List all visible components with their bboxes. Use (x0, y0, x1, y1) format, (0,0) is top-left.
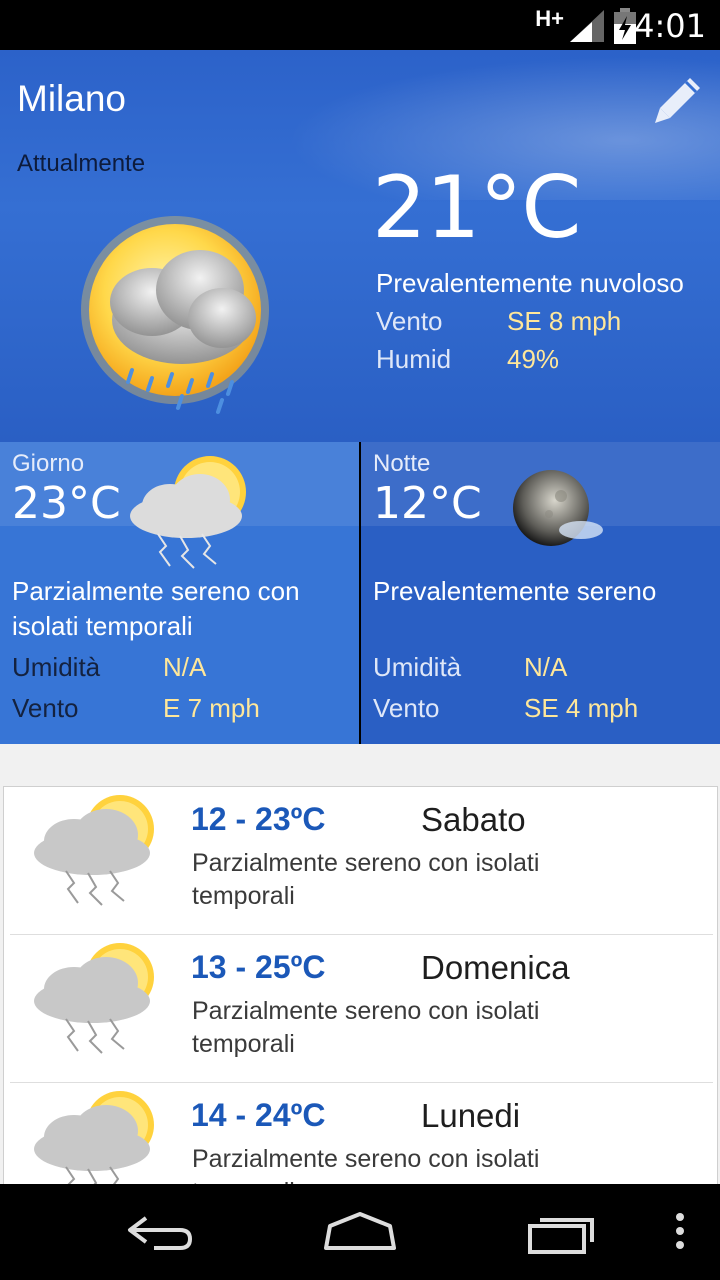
back-icon[interactable] (124, 1208, 196, 1256)
navigation-bar (0, 1184, 720, 1280)
night-wind-row: Vento SE 4 mph (373, 693, 713, 727)
status-bar: H+ 4:01 (0, 0, 720, 50)
night-humidity-label: Umidità (373, 652, 462, 682)
day-wind-value: E 7 mph (163, 693, 260, 723)
night-humidity-value: N/A (524, 652, 568, 682)
day-humidity-row: Umidità N/A (12, 652, 352, 686)
night-temperature: 12°C (373, 478, 482, 529)
wind-value: SE 8 mph (507, 306, 622, 336)
forecast-day: Domenica (421, 949, 570, 986)
forecast-day: Lunedi (421, 1097, 521, 1134)
overflow-menu-icon[interactable] (668, 1208, 692, 1256)
night-condition: Prevalentemente sereno (373, 576, 657, 606)
forecast-item[interactable]: 14 - 24ºC Lunedi Parzialmente sereno con… (4, 1083, 719, 1184)
forecast-card: 12 - 23ºC Sabato Parzialmente sereno con… (3, 786, 718, 1184)
edit-location-button[interactable] (648, 70, 708, 130)
recent-apps-icon[interactable] (526, 1208, 600, 1256)
day-humidity-value: N/A (163, 652, 207, 682)
current-label: Attualmente (17, 150, 146, 177)
day-temperature: 23°C (12, 478, 121, 529)
current-temperature: 21°C (372, 158, 581, 258)
divider-space (0, 744, 720, 784)
forecast-item[interactable]: 13 - 25ºC Domenica Parzialmente sereno c… (4, 935, 719, 1083)
night-humidity-row: Umidità N/A (373, 652, 713, 686)
forecast-day: Sabato (421, 801, 526, 838)
forecast-temp-range: 14 - 24ºC (191, 1097, 326, 1133)
day-wind-label: Vento (12, 693, 79, 723)
battery-icon (614, 8, 636, 44)
forecast-temp-range: 13 - 25ºC (191, 949, 326, 985)
forecast-condition: Parzialmente sereno con isolati temporal… (192, 849, 540, 910)
day-forecast-panel: Giorno 23°C Parzialmente sereno con isol… (0, 442, 359, 744)
sun-cloud-storm-icon (34, 795, 154, 906)
current-wind-row: Vento SE 8 mph (376, 306, 706, 340)
forecast-list[interactable]: 12 - 23ºC Sabato Parzialmente sereno con… (0, 784, 720, 1184)
day-wind-row: Vento E 7 mph (12, 693, 352, 727)
current-humidity-row: Humid 49% (376, 344, 706, 378)
night-forecast-panel: Notte 12°C Prevalentemente sereno Umidit… (361, 442, 720, 744)
humidity-value: 49% (507, 344, 560, 374)
current-condition: Prevalentemente nuvoloso (376, 268, 684, 298)
sun-cloud-storm-icon (34, 1091, 154, 1184)
night-label: Notte (373, 450, 431, 477)
sun-cloud-storm-icon (34, 943, 154, 1054)
day-humidity-label: Umidità (12, 652, 101, 682)
humidity-label: Humid (376, 344, 452, 374)
night-wind-label: Vento (373, 693, 440, 723)
network-type: H+ (535, 6, 564, 31)
current-conditions: Milano Attualmente 21°C Prevalentemente … (0, 50, 720, 442)
sun-cloud-storm-icon (130, 456, 246, 569)
forecast-condition: Parzialmente sereno con isolati temporal… (192, 997, 540, 1058)
day-label: Giorno (12, 450, 85, 477)
clock: 4:01 (634, 7, 706, 45)
forecast-item[interactable]: 12 - 23ºC Sabato Parzialmente sereno con… (4, 787, 719, 935)
wind-label: Vento (376, 306, 443, 336)
forecast-condition: Parzialmente sereno con isolati temporal… (192, 1145, 540, 1184)
signal-icon (570, 10, 604, 42)
pencil-icon (655, 78, 700, 123)
moon-cloud-icon (513, 470, 603, 546)
forecast-temp-range: 12 - 23ºC (191, 801, 326, 837)
day-condition: Parzialmente sereno con isolati temporal… (12, 576, 300, 641)
night-wind-value: SE 4 mph (524, 693, 639, 723)
partly-cloudy-rain-icon (81, 216, 269, 414)
home-icon[interactable] (322, 1208, 398, 1256)
city-name[interactable]: Milano (17, 78, 126, 120)
